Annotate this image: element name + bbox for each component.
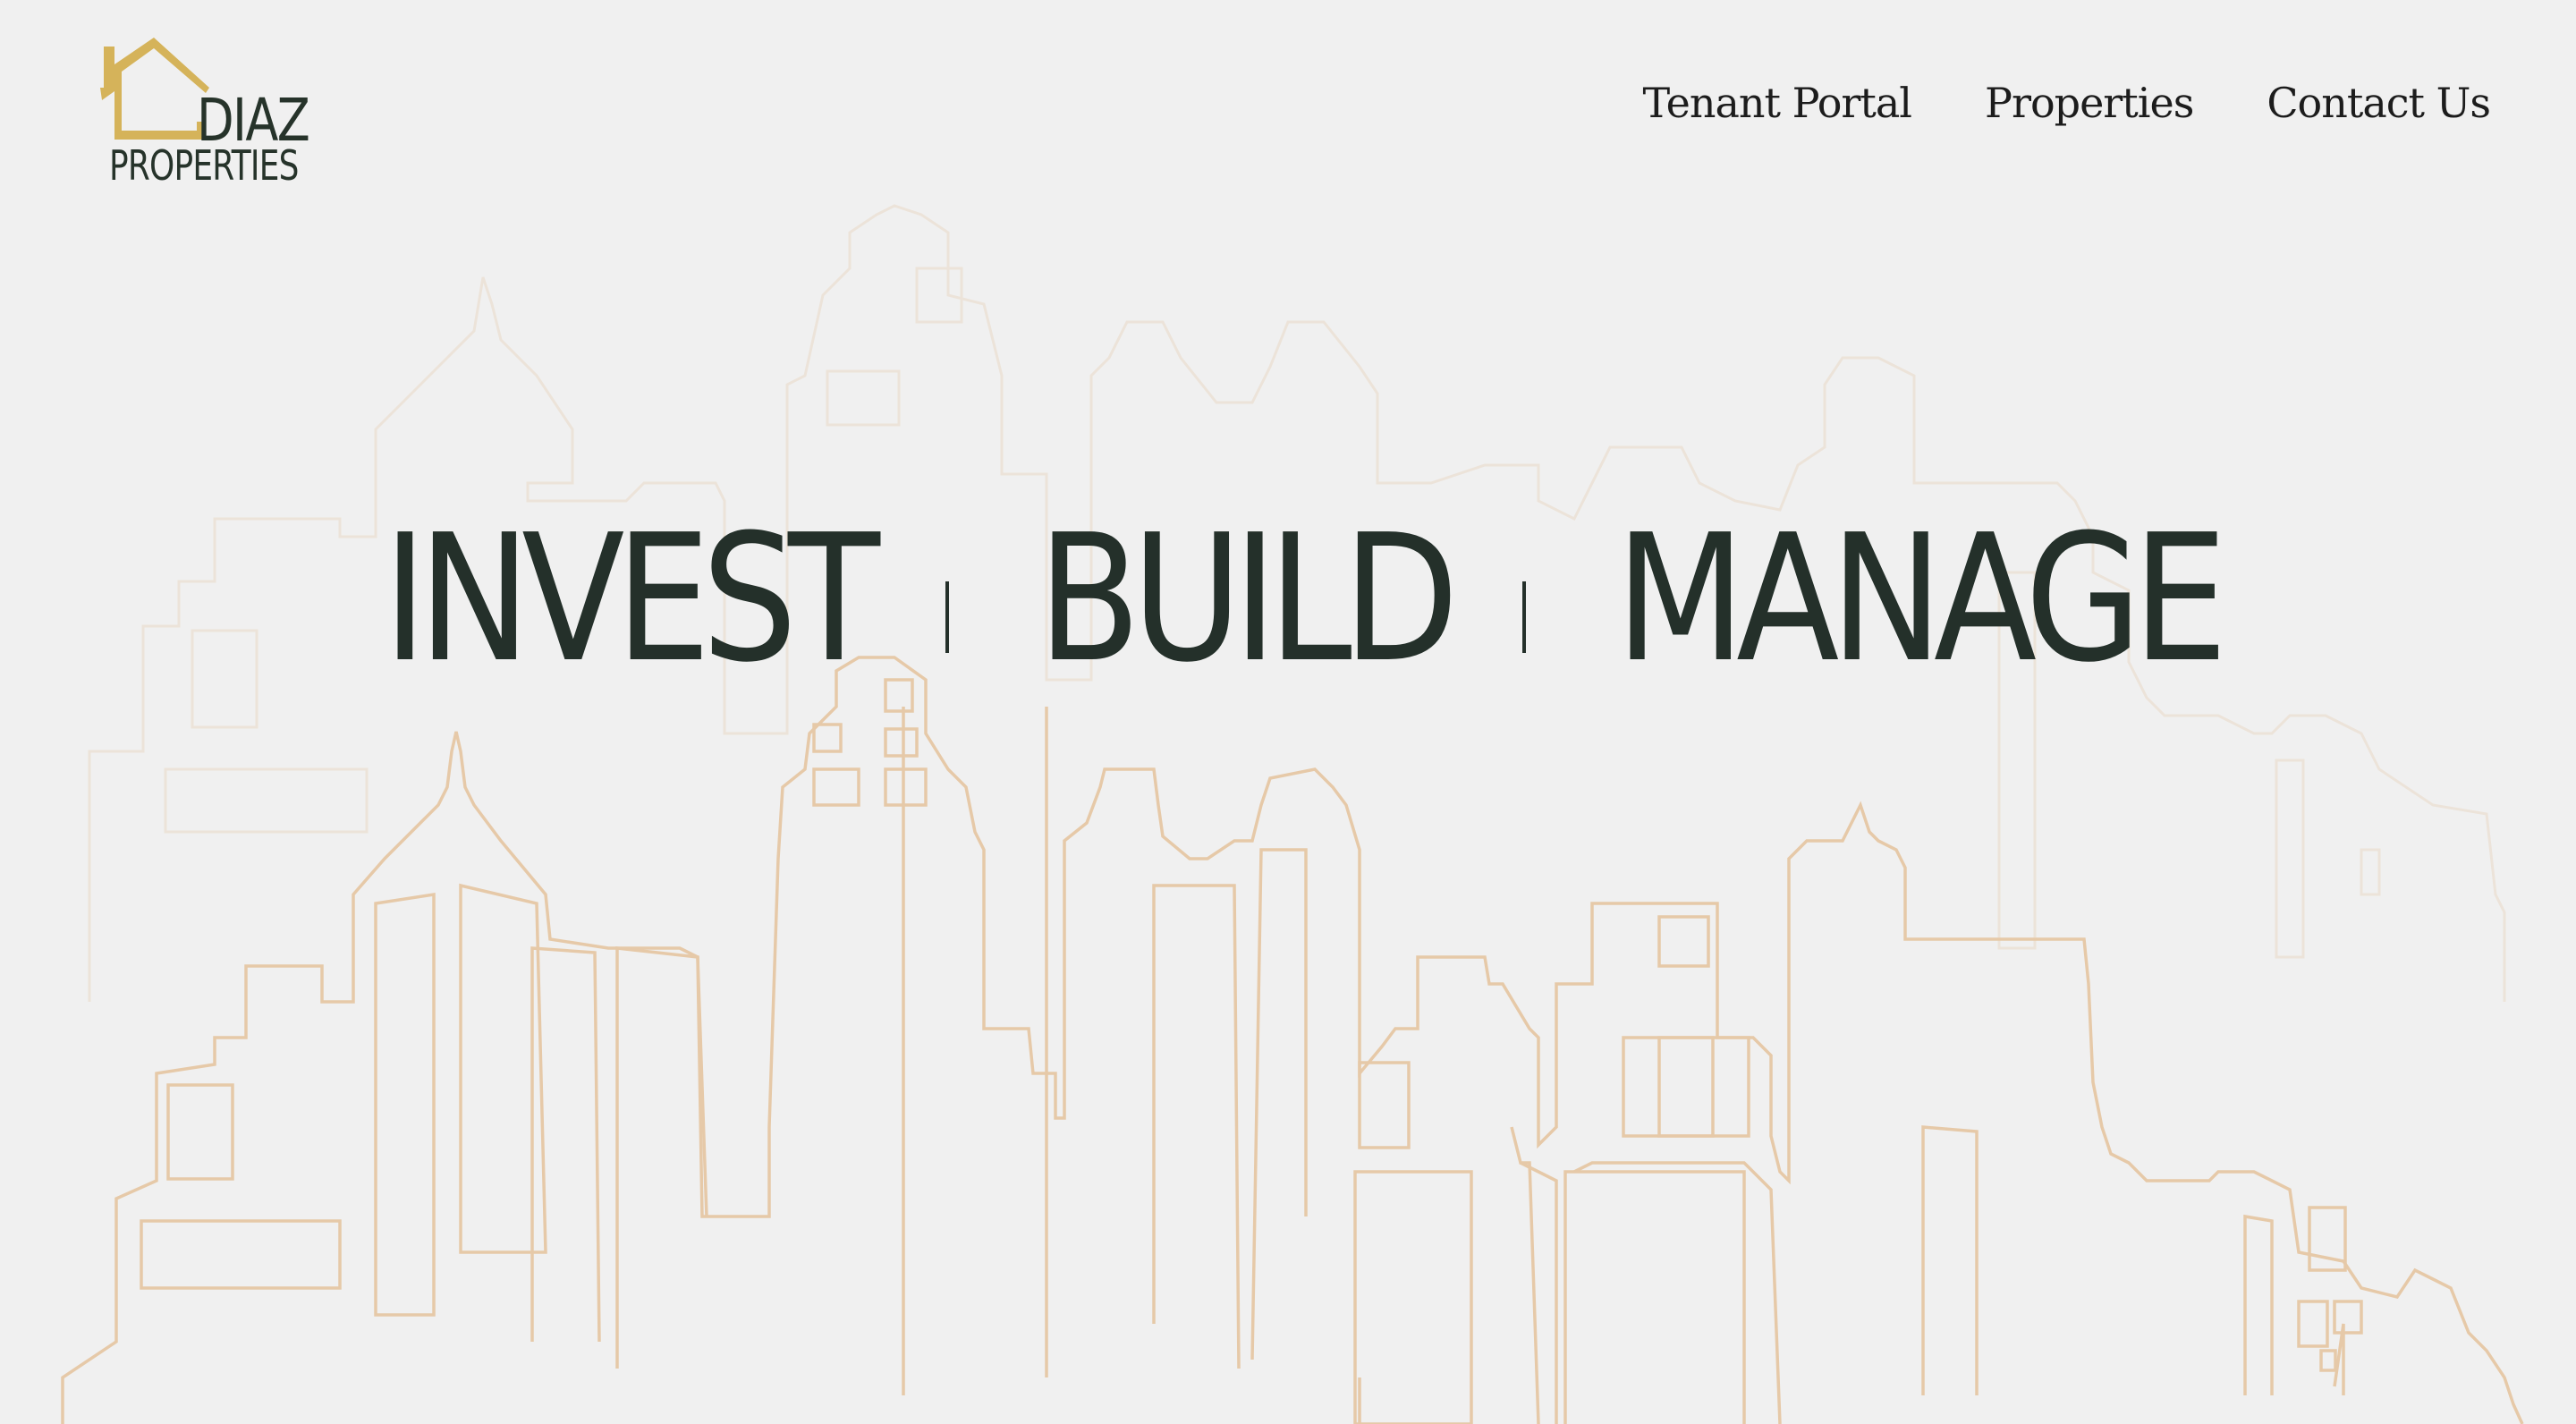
brand-logo[interactable]: DIAZ PROPERTIES — [97, 36, 343, 188]
main-nav: Tenant Portal Properties Contact Us — [1642, 79, 2491, 127]
nav-properties[interactable]: Properties — [1985, 79, 2194, 127]
hero-separator — [945, 581, 949, 653]
brand-subtitle: PROPERTIES — [109, 141, 299, 190]
skyline-illustration — [61, 204, 2524, 1424]
hero-word-build: BUILD — [1038, 497, 1459, 701]
hero-separator — [1522, 581, 1526, 653]
skyline-front-layer — [61, 656, 2524, 1424]
home-page: DIAZ PROPERTIES Tenant Portal Properties… — [0, 0, 2576, 1424]
hero-headline: INVEST BUILD MANAGE — [0, 497, 2576, 701]
hero-word-manage: MANAGE — [1615, 497, 2228, 701]
nav-tenant-portal[interactable]: Tenant Portal — [1642, 79, 1912, 127]
nav-contact-us[interactable]: Contact Us — [2267, 79, 2491, 127]
hero-word-invest: INVEST — [383, 497, 880, 701]
